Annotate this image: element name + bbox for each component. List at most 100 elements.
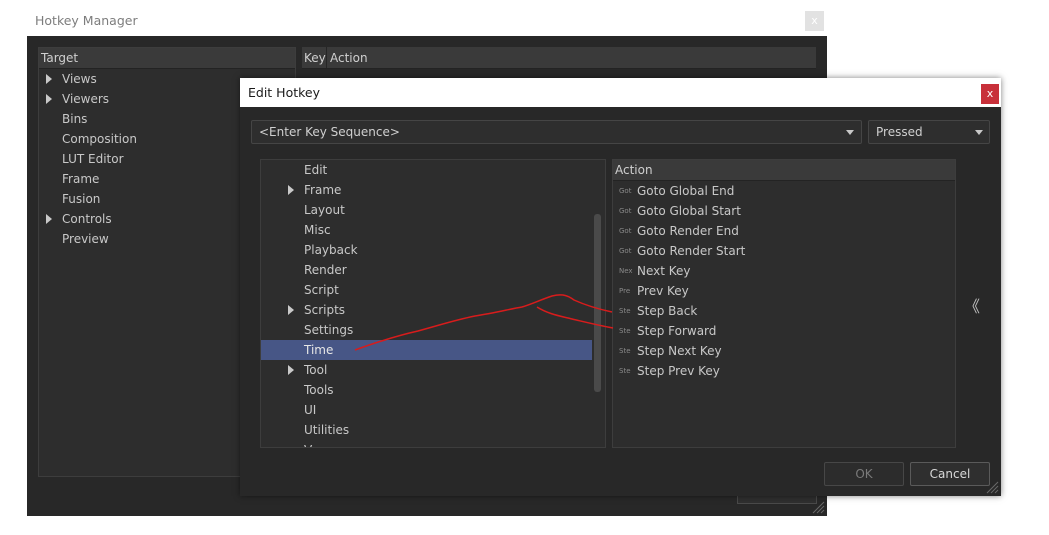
action-label: Next Key [637,264,691,278]
action-item[interactable]: Ste Step Next Key [613,341,955,361]
category-label: Edit [304,163,328,177]
category-item[interactable]: Render [261,260,592,280]
trigger-type-dropdown[interactable]: Pressed [868,120,990,144]
category-label: Misc [304,223,331,237]
category-label: Tool [304,363,328,377]
action-item[interactable]: Ste Step Forward [613,321,955,341]
category-item[interactable]: UI [261,400,592,420]
target-label: Frame [62,172,100,186]
action-label: Step Prev Key [637,364,720,378]
action-item[interactable]: Got Goto Global End [613,181,955,201]
chevron-down-icon[interactable] [975,130,983,135]
category-label: Render [304,263,347,277]
category-item[interactable]: Frame [261,180,592,200]
target-label: Viewers [62,92,110,106]
action-label: Goto Global Start [637,204,741,218]
category-label: Playback [304,243,358,257]
category-item[interactable]: Time [261,340,592,360]
chevron-down-icon[interactable] [846,130,854,135]
resize-grip-icon[interactable] [985,480,999,494]
action-header-label: Action [615,163,653,177]
edit-hotkey-title: Edit Hotkey [248,85,321,100]
expand-arrow-icon[interactable] [46,74,52,84]
category-label: Scripts [304,303,346,317]
category-item[interactable]: Layout [261,200,592,220]
action-label: Step Forward [637,324,717,338]
target-label: Preview [62,232,109,246]
action-item[interactable]: Ste Step Prev Key [613,361,955,381]
action-abbreviation-icon: Nex [619,267,633,275]
header-divider [326,47,327,68]
resize-grip-icon[interactable] [811,500,825,514]
category-item[interactable]: Script [261,280,592,300]
action-item[interactable]: Ste Step Back [613,301,955,321]
category-label: Tools [304,383,334,397]
hotkey-manager-close-button[interactable]: x [805,11,824,31]
category-item[interactable]: Tools [261,380,592,400]
key-action-header: Key Action [302,47,816,69]
action-list[interactable]: Action Got Goto Global End Got Goto Global … [612,159,956,448]
action-abbreviation-icon: Got [619,207,632,215]
trigger-type-value: Pressed [876,125,923,139]
action-header-label[interactable]: Action [330,51,368,65]
action-label: Goto Render Start [637,244,746,258]
collapse-panel-icon[interactable]: 《 [964,293,980,317]
category-item[interactable]: Settings [261,320,592,340]
edit-hotkey-close-button[interactable]: x [981,84,999,104]
action-abbreviation-icon: Got [619,227,632,235]
action-item[interactable]: Got Goto Global Start [613,201,955,221]
target-header-label: Target [41,51,79,65]
action-abbreviation-icon: Got [619,187,632,195]
category-item[interactable]: Playback [261,240,592,260]
target-label: Views [62,72,97,86]
category-label: V... [304,443,322,447]
action-column-header[interactable]: Action [613,160,955,181]
category-tree[interactable]: Edit Frame Layout Misc Playback Render Script S… [260,159,606,448]
action-abbreviation-icon: Ste [619,347,631,355]
category-item[interactable]: Tool [261,360,592,380]
action-label: Goto Global End [637,184,735,198]
category-label: Time [304,343,334,357]
hotkey-manager-titlebar[interactable]: Hotkey Manager x [27,6,827,36]
action-abbreviation-icon: Ste [619,307,631,315]
category-scrollbar[interactable] [594,214,601,392]
category-item[interactable]: Scripts [261,300,592,320]
key-sequence-value: <Enter Key Sequence> [259,125,400,139]
action-label: Goto Render End [637,224,739,238]
edit-hotkey-titlebar[interactable]: Edit Hotkey x [240,78,1001,107]
target-label: Fusion [62,192,101,206]
hotkey-manager-title: Hotkey Manager [35,13,138,28]
category-item[interactable]: V... [261,440,592,447]
expand-arrow-icon[interactable] [46,214,52,224]
category-label: Frame [304,183,342,197]
target-label: Controls [62,212,112,226]
expand-arrow-icon[interactable] [288,185,294,195]
key-header-label[interactable]: Key [304,51,326,65]
expand-arrow-icon[interactable] [46,94,52,104]
category-label: Utilities [304,423,350,437]
category-label: UI [304,403,317,417]
target-label: Composition [62,132,137,146]
target-label: LUT Editor [62,152,124,166]
key-sequence-dropdown[interactable]: <Enter Key Sequence> [251,120,862,144]
action-abbreviation-icon: Got [619,247,632,255]
ok-button[interactable]: OK [824,462,904,486]
category-item[interactable]: Misc [261,220,592,240]
action-item[interactable]: Got Goto Render End [613,221,955,241]
category-label: Settings [304,323,354,337]
expand-arrow-icon[interactable] [288,305,294,315]
action-abbreviation-icon: Ste [619,327,631,335]
target-label: Bins [62,112,88,126]
expand-arrow-icon[interactable] [288,365,294,375]
category-item[interactable]: Edit [261,160,592,180]
action-item[interactable]: Got Goto Render Start [613,241,955,261]
category-item[interactable]: Utilities [261,420,592,440]
action-item[interactable]: Pre Prev Key [613,281,955,301]
action-abbreviation-icon: Ste [619,367,631,375]
target-column-header[interactable]: Target [39,48,295,69]
category-label: Script [304,283,339,297]
action-label: Step Next Key [637,344,722,358]
edit-hotkey-dialog: Edit Hotkey x <Enter Key Sequence> Press… [240,78,1001,496]
action-item[interactable]: Nex Next Key [613,261,955,281]
cancel-button[interactable]: Cancel [910,462,990,486]
